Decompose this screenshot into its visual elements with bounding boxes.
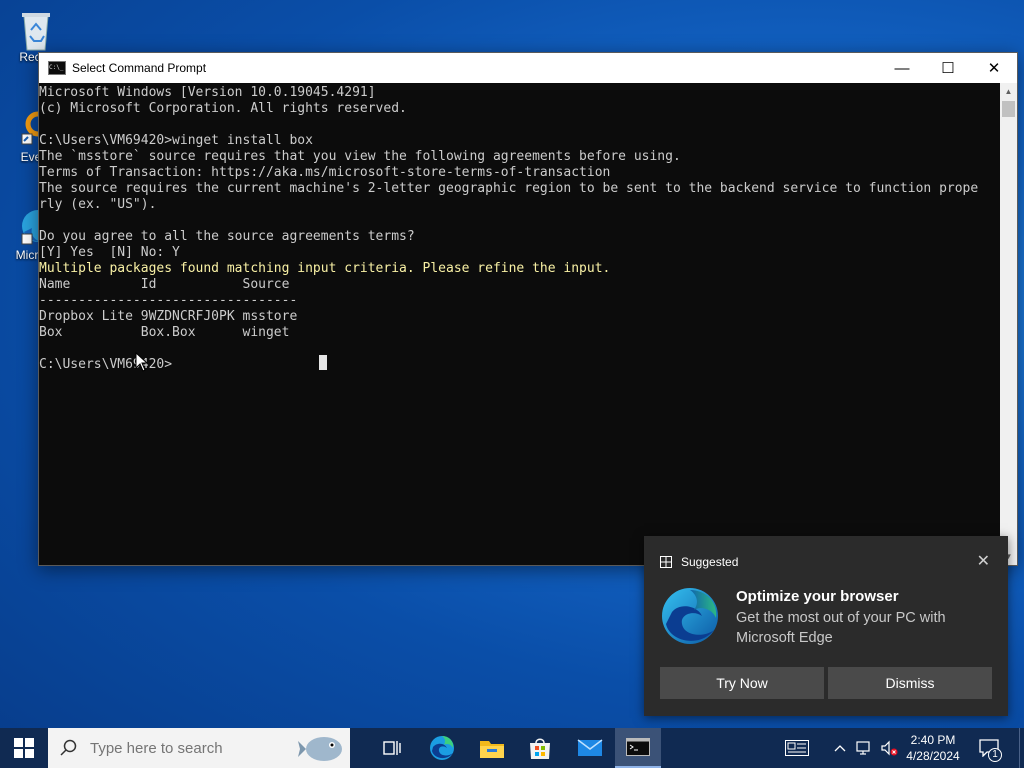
minimize-button[interactable]: —	[879, 53, 925, 83]
toast-title: Optimize your browser	[736, 588, 899, 605]
file-explorer-icon	[480, 741, 504, 758]
edge-icon	[662, 588, 718, 644]
taskbar-file-explorer-button[interactable]	[468, 728, 516, 768]
mail-icon	[577, 739, 603, 756]
show-desktop-button[interactable]	[1019, 728, 1024, 768]
taskbar: 2:40 PM 4/28/2024 1	[0, 728, 1024, 768]
command-prompt-icon	[626, 738, 650, 756]
suggested-icon	[660, 556, 672, 568]
edge-suggestion-toast[interactable]: Suggested ✕ Optimize your browser Get th…	[644, 536, 1008, 716]
command-prompt-icon: C:\_	[48, 61, 66, 75]
clock-time: 2:40 PM	[910, 733, 956, 747]
console-line: C:\Users\VM69420>	[39, 357, 173, 372]
news-icon	[785, 740, 809, 756]
console-line: rly (ex. "US").	[39, 197, 157, 212]
notification-count-badge: 1	[988, 748, 1002, 762]
volume-muted-icon[interactable]	[878, 728, 900, 768]
console-line: Name Id Source	[39, 277, 290, 292]
console-line: Dropbox Lite 9WZDNCRFJ0PK msstore	[39, 309, 298, 324]
text-cursor	[319, 355, 327, 370]
console-line: Microsoft Windows [Version 10.0.19045.42…	[39, 85, 376, 100]
network-icon[interactable]	[854, 728, 876, 768]
scroll-up-arrow-icon[interactable]: ▲	[1000, 83, 1017, 100]
task-view-icon	[383, 741, 401, 755]
toast-header: Suggested	[681, 555, 739, 569]
console-output[interactable]: Microsoft Windows [Version 10.0.19045.42…	[39, 83, 1000, 565]
edge-icon	[430, 736, 454, 760]
try-now-button[interactable]: Try Now	[660, 667, 824, 699]
console-line: Do you agree to all the source agreement…	[39, 229, 415, 244]
taskbar-command-prompt-button[interactable]	[615, 728, 661, 768]
search-highlight-fish-icon	[298, 737, 342, 761]
taskbar-store-button[interactable]	[516, 728, 564, 768]
console-line: [Y] Yes [N] No: Y	[39, 245, 180, 260]
console-line: (c) Microsoft Corporation. All rights re…	[39, 101, 407, 116]
taskbar-edge-button[interactable]	[418, 728, 466, 768]
console-line: The `msstore` source requires that you v…	[39, 149, 681, 164]
console-line: Multiple packages found matching input c…	[39, 261, 611, 276]
clock[interactable]: 2:40 PM 4/28/2024	[900, 728, 966, 768]
microsoft-store-icon	[530, 738, 550, 759]
toast-close-button[interactable]: ✕	[977, 551, 990, 571]
recycle-bin-icon	[16, 8, 56, 51]
console-line: C:\Users\VM69420>winget install box	[39, 133, 313, 148]
title-bar[interactable]: C:\_ Select Command Prompt — ☐ ✕	[39, 53, 1017, 83]
action-center-button[interactable]: 1	[972, 728, 1006, 768]
console-line: ---------------------------------	[39, 293, 298, 308]
scrollbar-thumb[interactable]	[1002, 101, 1015, 117]
clock-date: 4/28/2024	[906, 749, 960, 763]
taskbar-mail-button[interactable]	[566, 728, 614, 768]
console-line: The source requires the current machine'…	[39, 181, 979, 196]
taskbar-search-box[interactable]	[48, 728, 350, 768]
task-view-button[interactable]	[368, 728, 416, 768]
console-line: Box Box.Box winget	[39, 325, 290, 340]
toast-body: Get the most out of your PC with Microso…	[736, 610, 946, 646]
window-title: Select Command Prompt	[72, 61, 207, 75]
start-button[interactable]	[0, 728, 48, 768]
mouse-pointer-icon	[135, 352, 149, 372]
maximize-button[interactable]: ☐	[925, 53, 971, 83]
windows-logo-icon	[14, 738, 34, 758]
command-prompt-window[interactable]: C:\_ Select Command Prompt — ☐ ✕ Microso…	[38, 52, 1018, 566]
news-and-interests-button[interactable]	[778, 728, 816, 768]
dismiss-button[interactable]: Dismiss	[828, 667, 992, 699]
search-icon	[60, 739, 77, 756]
vertical-scrollbar[interactable]: ▲ ▼	[1000, 83, 1017, 565]
console-line: Terms of Transaction: https://aka.ms/mic…	[39, 165, 611, 180]
show-hidden-icons-chevron-icon[interactable]	[830, 728, 850, 768]
search-input[interactable]	[88, 738, 292, 758]
close-button[interactable]: ✕	[971, 53, 1017, 83]
